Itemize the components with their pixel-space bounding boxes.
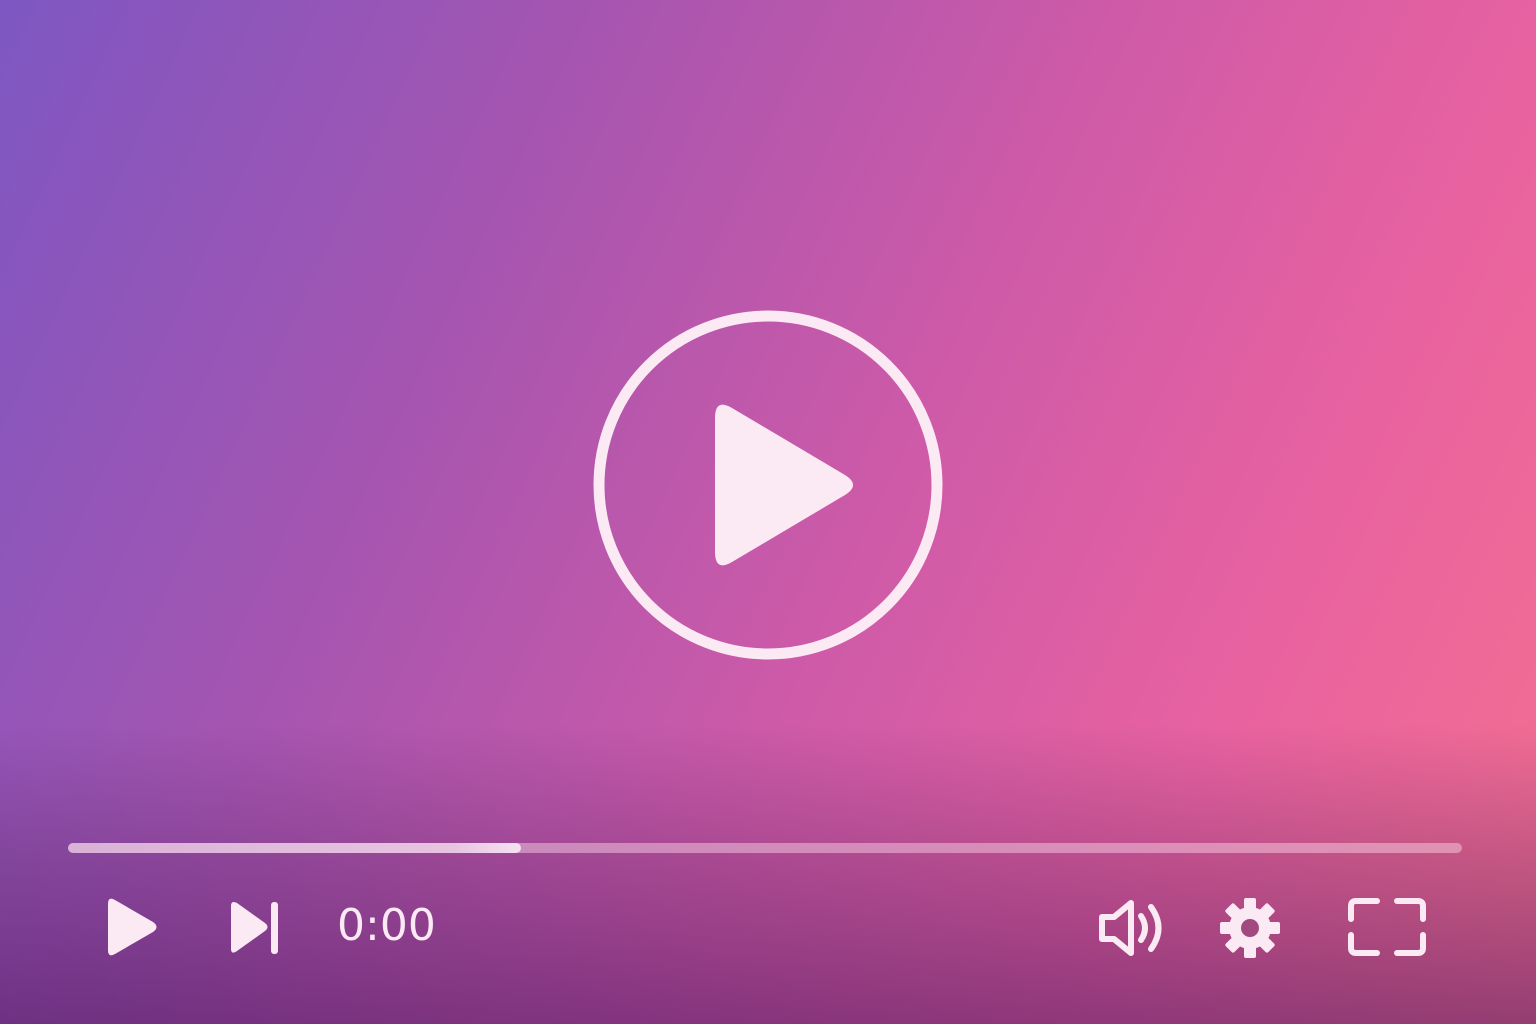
current-time: 0:00	[337, 900, 436, 951]
volume-icon	[1099, 900, 1162, 956]
progress-bar[interactable]	[68, 843, 1462, 853]
play-icon	[108, 898, 157, 956]
buffered-bar	[68, 843, 522, 853]
play-circle-icon	[593, 310, 943, 660]
fullscreen-button[interactable]	[1347, 897, 1427, 957]
play-button[interactable]	[104, 896, 160, 958]
volume-button[interactable]	[1097, 898, 1167, 958]
settings-button[interactable]	[1219, 897, 1281, 959]
video-player[interactable]: 0:00	[0, 0, 1536, 1024]
center-play-button[interactable]	[593, 310, 943, 660]
controls-shade	[0, 724, 1536, 1024]
fullscreen-icon	[1348, 898, 1426, 956]
skip-next-icon	[231, 902, 278, 954]
next-button[interactable]	[228, 900, 282, 956]
gear-icon	[1220, 898, 1280, 958]
